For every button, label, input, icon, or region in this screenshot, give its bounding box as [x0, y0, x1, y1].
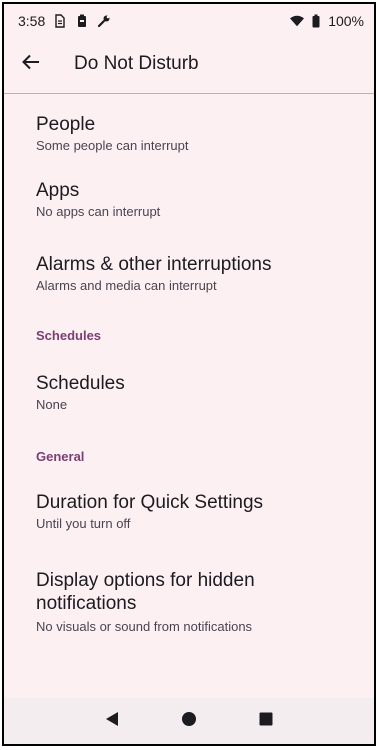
item-title: Schedules — [36, 373, 125, 394]
list-item-schedules[interactable]: Schedules None — [4, 354, 374, 449]
item-title: Apps — [36, 180, 80, 201]
section-header-general: General — [36, 449, 85, 464]
battery-percent: 100% — [328, 13, 364, 29]
section-header-schedules: Schedules — [36, 328, 102, 343]
recents-square-icon — [259, 712, 273, 731]
item-subtitle: Some people can interrupt — [36, 138, 189, 153]
item-subtitle: No apps can interrupt — [36, 204, 161, 219]
item-subtitle: None — [36, 397, 68, 412]
navigation-bar — [4, 698, 374, 744]
item-title: Alarms & other interruptions — [36, 254, 272, 275]
item-subtitle: Until you turn off — [36, 516, 131, 531]
home-circle-icon — [181, 711, 197, 732]
battery-icon — [309, 14, 323, 28]
nav-home-button[interactable] — [174, 706, 204, 736]
wrench-icon — [97, 14, 111, 28]
list-item-display-options[interactable]: Display options for hidden notifications… — [4, 557, 374, 637]
back-triangle-icon — [105, 711, 119, 732]
page-title: Do Not Disturb — [74, 53, 199, 74]
item-subtitle: No visuals or sound from notifications — [36, 619, 253, 634]
sim-icon — [53, 14, 67, 28]
settings-list: People Some people can interrupt Apps No… — [4, 94, 374, 637]
item-subtitle: Alarms and media can interrupt — [36, 278, 217, 293]
item-title: People — [36, 114, 96, 135]
status-bar: 3:58 100% — [4, 4, 374, 38]
status-time: 3:58 — [18, 13, 46, 29]
list-item-duration[interactable]: Duration for Quick Settings Until you tu… — [4, 477, 374, 557]
nav-back-button[interactable] — [97, 706, 127, 736]
list-item-people[interactable]: People Some people can interrupt — [4, 94, 374, 164]
battery-saver-icon — [75, 14, 89, 28]
list-item-alarms[interactable]: Alarms & other interruptions Alarms and … — [4, 237, 374, 317]
app-bar: Do Not Disturb — [4, 38, 374, 90]
arrow-back-icon — [22, 54, 40, 75]
device-screen: 3:58 100% Do Not Disturb People Some peo… — [2, 2, 376, 746]
back-button[interactable] — [22, 46, 58, 82]
nav-recents-button[interactable] — [251, 706, 281, 736]
item-title: Display options for hidden notifications — [36, 570, 255, 614]
list-item-apps[interactable]: Apps No apps can interrupt — [4, 164, 374, 237]
wifi-icon — [290, 14, 305, 28]
item-title: Duration for Quick Settings — [36, 492, 264, 513]
